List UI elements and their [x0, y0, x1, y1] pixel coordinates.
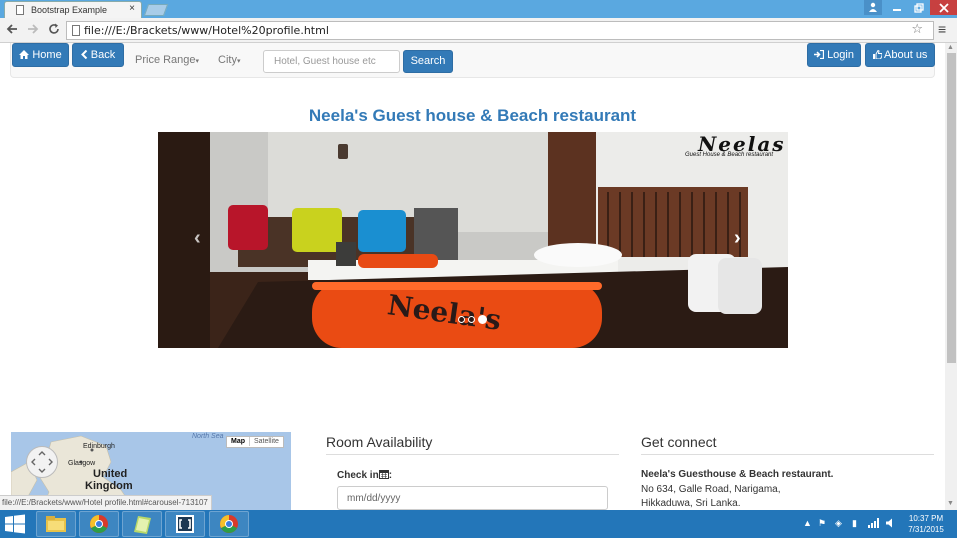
brackets-icon [176, 515, 194, 533]
carousel-indicator-2[interactable] [468, 316, 475, 323]
back-label: Back [90, 49, 116, 61]
carousel-next-icon[interactable]: › [734, 227, 741, 250]
network-icon[interactable] [868, 518, 880, 530]
get-connect-heading: Get connect [641, 434, 934, 455]
about-label: About us [884, 49, 928, 61]
map-label-country-1: United [93, 468, 127, 480]
thumbs-up-icon [872, 49, 883, 60]
caret-down-icon: ▾ [195, 58, 200, 65]
chrome-icon [220, 515, 238, 533]
map-label-country-2: Kingdom [85, 480, 133, 492]
search-input[interactable]: Hotel, Guest house etc [263, 50, 400, 73]
checkin-date-input[interactable]: mm/dd/yyyy [337, 486, 608, 510]
login-button[interactable]: Login [807, 43, 861, 67]
url-bar[interactable]: file:///E:/Brackets/www/Hotel%20profile.… [66, 21, 934, 40]
user-icon[interactable] [864, 0, 882, 15]
folder-icon [46, 516, 66, 532]
carousel-indicator-3[interactable] [478, 315, 487, 324]
taskbar-chrome-active[interactable] [209, 511, 249, 537]
price-range-label: Price Range [135, 54, 196, 66]
contact-name: Neela's Guesthouse & Beach restaurant. [641, 469, 834, 480]
security-icon[interactable]: ◈ [835, 518, 842, 529]
taskbar-file-explorer[interactable] [36, 511, 76, 537]
map-type-map-button[interactable]: Map [227, 437, 250, 446]
city-label: City [218, 54, 237, 66]
tab-title: Bootstrap Example [31, 5, 108, 15]
page-viewport: Home Back Price Range▾ City▾ Hotel, Gues… [0, 43, 945, 510]
pan-arrows-icon [31, 451, 53, 473]
action-center-icon[interactable]: ⚑ [818, 518, 826, 529]
carousel-prev-icon[interactable]: ‹ [194, 227, 201, 250]
map-pan-control[interactable] [26, 446, 58, 478]
about-button[interactable]: About us [865, 43, 935, 67]
city-dropdown[interactable]: City▾ [218, 54, 240, 66]
windows-logo-icon [5, 514, 25, 534]
chevron-left-icon [80, 49, 87, 60]
contact-address-line1: No 634, Galle Road, Narigama, [641, 484, 781, 495]
tray-expand-icon[interactable]: ▲ [803, 518, 812, 528]
clock-date[interactable]: 7/31/2015 [900, 525, 952, 534]
power-icon[interactable]: ▮ [852, 518, 857, 529]
browser-tab[interactable]: Bootstrap Example × [4, 1, 142, 18]
page-icon [72, 25, 80, 36]
top-navbar: Home Back Price Range▾ City▾ Hotel, Gues… [10, 43, 935, 78]
back-arrow-icon[interactable] [6, 22, 18, 38]
checkin-label-text: Check in [337, 470, 379, 481]
hotel-logo-subtitle: Guest House & Beach restaurant [685, 152, 774, 158]
link-status-bar: file:///E:/Brackets/www/Hotel profile.ht… [0, 495, 212, 510]
back-button[interactable]: Back [72, 43, 124, 67]
forward-arrow-icon[interactable] [27, 22, 39, 38]
calendar-icon [378, 470, 389, 479]
page-icon [16, 5, 24, 15]
carousel-indicator-1[interactable] [458, 316, 465, 323]
tab-close-icon[interactable]: × [129, 3, 135, 14]
home-label: Home [32, 49, 62, 61]
restore-button[interactable] [908, 0, 930, 15]
caret-down-icon: ▾ [236, 58, 241, 65]
taskbar-notepad[interactable] [122, 511, 162, 537]
home-icon [19, 50, 30, 59]
checkin-label: Check in: [337, 470, 393, 481]
clock-time[interactable]: 10:37 PM [900, 514, 952, 523]
map-type-satellite-button[interactable]: Satellite [250, 437, 283, 446]
scroll-up-icon[interactable]: ▲ [947, 44, 954, 51]
reload-icon[interactable] [48, 22, 60, 38]
image-carousel[interactable]: Neela's Neelas Guest House & Beach resta… [158, 132, 788, 348]
taskbar-chrome[interactable] [79, 511, 119, 537]
hotel-title: Neela's Guest house & Beach restaurant [308, 106, 637, 125]
start-button[interactable] [4, 514, 28, 534]
map-label-glasgow: Glasgow [68, 460, 96, 467]
login-label: Login [827, 49, 854, 61]
notepad-icon [134, 516, 151, 534]
map-label-north-sea: North Sea [192, 433, 224, 440]
bookmark-star-icon[interactable]: ☆ [911, 22, 923, 37]
search-button[interactable]: Search [403, 50, 453, 73]
taskbar-brackets[interactable] [165, 511, 205, 537]
price-range-dropdown[interactable]: Price Range▾ [135, 54, 199, 66]
scrollbar-thumb[interactable] [947, 53, 956, 363]
login-icon [814, 49, 825, 60]
home-button[interactable]: Home [12, 43, 69, 67]
menu-icon[interactable]: ≡ [938, 21, 946, 37]
url-text: file:///E:/Brackets/www/Hotel%20profile.… [84, 24, 329, 37]
volume-icon[interactable] [886, 518, 896, 530]
chrome-icon [90, 515, 108, 533]
scroll-down-icon[interactable]: ▼ [947, 500, 954, 507]
room-availability-heading: Room Availability [326, 434, 619, 455]
contact-address-line2: Hikkaduwa, Sri Lanka. [641, 498, 741, 509]
close-window-button[interactable] [930, 0, 957, 15]
map-type-control: Map Satellite [226, 436, 284, 448]
map-label-edinburgh: Edinburgh [83, 443, 115, 450]
minimize-button[interactable] [886, 0, 908, 15]
